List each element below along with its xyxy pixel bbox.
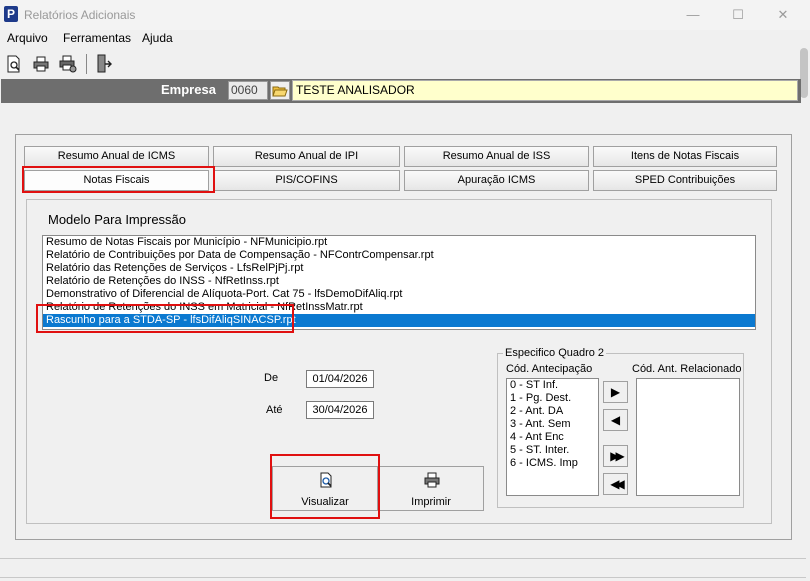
cod-antecipacao-list[interactable]: 0 - ST Inf. 1 - Pg. Dest. 2 - Ant. DA 3 … xyxy=(506,378,599,496)
move-left-button[interactable]: ◀ xyxy=(603,409,628,431)
toolbar-separator xyxy=(86,54,87,74)
modelo-list-item[interactable]: Relatório das Retenções de Serviços - Lf… xyxy=(43,262,755,275)
double-arrow-left-icon: ◀◀ xyxy=(610,477,625,491)
imprimir-button[interactable]: Imprimir xyxy=(378,466,484,511)
double-arrow-right-icon: ▶▶ xyxy=(610,449,625,463)
menu-ferramentas[interactable]: Ferramentas xyxy=(63,31,131,45)
exit-door-icon xyxy=(97,54,112,73)
imprimir-label: Imprimir xyxy=(411,496,451,508)
toolbar xyxy=(0,50,800,78)
arrow-right-icon: ▶ xyxy=(610,385,621,399)
preview-toolbar-button[interactable] xyxy=(3,53,25,75)
ate-label: Até xyxy=(266,404,283,416)
window-scrollbar[interactable] xyxy=(800,48,808,98)
printer-icon xyxy=(424,472,440,488)
modelo-list-item[interactable]: Relatório de Retenções do INSS em Matric… xyxy=(43,301,755,314)
window-title: Relatórios Adicionais xyxy=(24,8,136,22)
print-setup-toolbar-button[interactable] xyxy=(57,53,79,75)
tab-resumo-anual-ipi[interactable]: Resumo Anual de IPI xyxy=(213,146,400,167)
close-button[interactable]: ✕ xyxy=(773,6,793,24)
modelo-list-item-selected[interactable]: Rascunho para a STDA-SP - lfsDifAliqSINA… xyxy=(43,314,755,327)
exit-toolbar-button[interactable] xyxy=(93,53,115,75)
visualizar-button[interactable]: Visualizar xyxy=(272,466,378,511)
print-toolbar-button[interactable] xyxy=(30,53,52,75)
move-all-left-button[interactable]: ◀◀ xyxy=(603,473,628,495)
move-all-right-button[interactable]: ▶▶ xyxy=(603,445,628,467)
title-bar: P Relatórios Adicionais — ☐ ✕ xyxy=(0,0,810,30)
quadro-2-title: Especifico Quadro 2 xyxy=(503,347,607,359)
antecipacao-list-item[interactable]: 3 - Ant. Sem xyxy=(507,418,598,431)
tab-itens-notas-fiscais[interactable]: Itens de Notas Fiscais xyxy=(593,146,777,167)
cod-ant-relacionado-label: Cód. Ant. Relacionado xyxy=(632,363,742,375)
move-right-button[interactable]: ▶ xyxy=(603,381,628,403)
preview-icon xyxy=(7,55,20,73)
cod-antecipacao-label: Cód. Antecipação xyxy=(506,363,593,375)
arrow-left-icon: ◀ xyxy=(610,413,621,427)
tab-pis-cofins[interactable]: PIS/COFINS xyxy=(213,170,400,191)
visualizar-label: Visualizar xyxy=(301,496,349,508)
antecipacao-list-item[interactable]: 0 - ST Inf. xyxy=(507,379,598,392)
empresa-bar: Empresa 0060 TESTE ANALISADOR xyxy=(1,79,801,103)
maximize-button[interactable]: ☐ xyxy=(728,6,748,24)
tab-resumo-anual-iss[interactable]: Resumo Anual de ISS xyxy=(404,146,589,167)
cod-ant-relacionado-list[interactable] xyxy=(636,378,740,496)
antecipacao-list-item[interactable]: 4 - Ant Enc xyxy=(507,431,598,444)
printer-icon xyxy=(33,56,49,72)
antecipacao-list-item[interactable]: 2 - Ant. DA xyxy=(507,405,598,418)
menu-arquivo[interactable]: Arquivo xyxy=(7,31,48,45)
modelo-list-item[interactable]: Demonstrativo of Diferencial de Alíquota… xyxy=(43,288,755,301)
tab-apuracao-icms[interactable]: Apuração ICMS xyxy=(404,170,589,191)
open-folder-icon xyxy=(272,86,288,96)
empresa-label: Empresa xyxy=(161,82,216,97)
tab-sped-contribuicoes[interactable]: SPED Contribuições xyxy=(593,170,777,191)
de-date-field[interactable]: 01/04/2026 xyxy=(306,370,374,388)
minimize-button[interactable]: — xyxy=(683,6,703,24)
antecipacao-list-item[interactable]: 5 - ST. Inter. xyxy=(507,444,598,457)
modelo-list[interactable]: Resumo de Notas Fiscais por Município - … xyxy=(42,235,756,330)
app-logo-icon: P xyxy=(4,6,18,22)
antecipacao-list-item[interactable]: 1 - Pg. Dest. xyxy=(507,392,598,405)
modelo-list-item[interactable]: Relatório de Retenções do INSS - NfRetIn… xyxy=(43,275,755,288)
ate-date-field[interactable]: 30/04/2026 xyxy=(306,401,374,419)
status-bar xyxy=(0,558,806,578)
empresa-code-field[interactable]: 0060 xyxy=(228,81,268,100)
printer-setup-icon xyxy=(59,55,77,73)
empresa-lookup-button[interactable] xyxy=(270,81,290,100)
menu-ajuda[interactable]: Ajuda xyxy=(142,31,173,45)
menu-bar: Arquivo Ferramentas Ajuda xyxy=(0,30,810,48)
tab-resumo-anual-icms[interactable]: Resumo Anual de ICMS xyxy=(24,146,209,167)
modelo-list-item[interactable]: Resumo de Notas Fiscais por Município - … xyxy=(43,236,755,249)
de-label: De xyxy=(264,372,279,384)
empresa-name-field[interactable]: TESTE ANALISADOR xyxy=(292,80,798,101)
preview-icon xyxy=(320,472,332,488)
tab-notas-fiscais[interactable]: Notas Fiscais xyxy=(24,170,209,191)
antecipacao-list-item[interactable]: 6 - ICMS. Imp xyxy=(507,457,598,470)
modelo-title: Modelo Para Impressão xyxy=(48,212,187,227)
modelo-list-item[interactable]: Relatório de Contribuições por Data de C… xyxy=(43,249,755,262)
